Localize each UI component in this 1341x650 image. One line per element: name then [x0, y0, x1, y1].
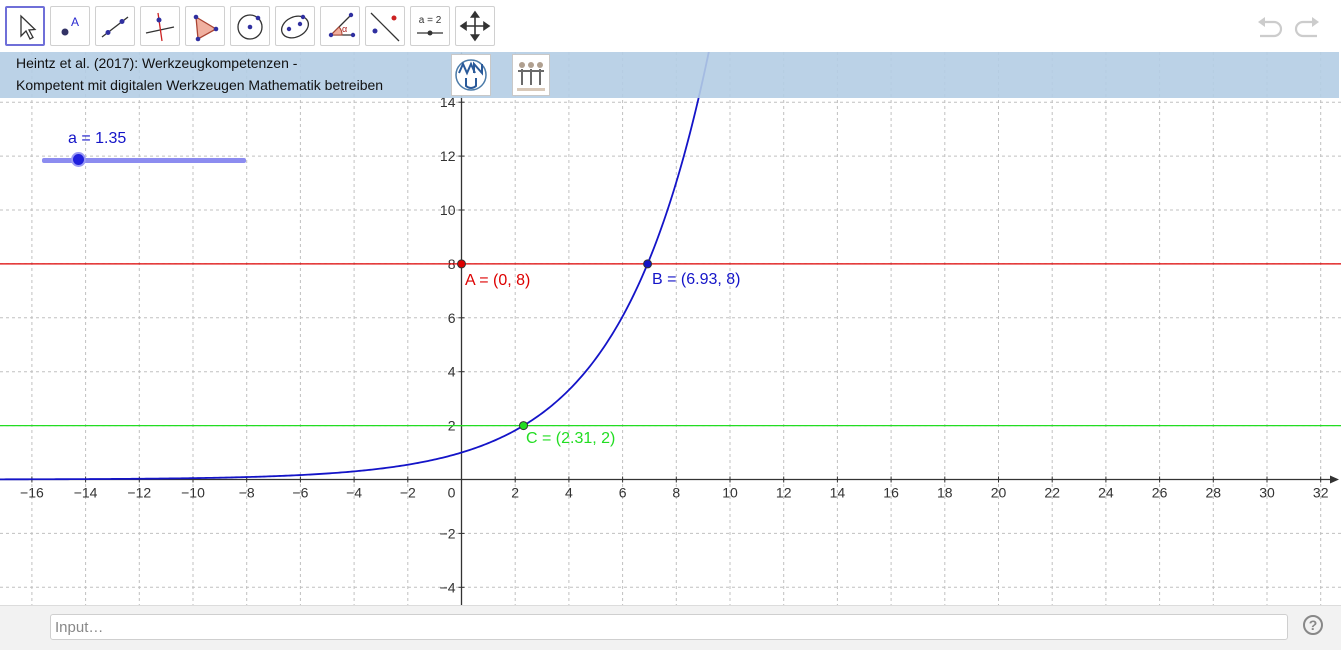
redo-button[interactable] — [1291, 12, 1323, 42]
x-tick-label: −6 — [292, 485, 308, 501]
algebra-input-field[interactable] — [50, 614, 1288, 640]
y-tick-label: 10 — [440, 202, 456, 218]
exponential-curve[interactable] — [0, 52, 722, 481]
info-line-1: Heintz et al. (2017): Werkzeugkompetenze… — [16, 55, 298, 71]
x-tick-label: 18 — [937, 485, 953, 501]
point-b-label[interactable]: B = (6.93, 8) — [652, 271, 741, 289]
move-graphics-view-tool-button[interactable] — [455, 6, 495, 46]
point-c[interactable] — [519, 421, 529, 431]
x-axis-arrow — [1330, 475, 1339, 484]
slider-tool-button[interactable]: a = 2 — [410, 6, 450, 46]
ellipse-icon — [280, 14, 310, 39]
slider-a-label[interactable]: a = 1.35 — [68, 130, 126, 148]
graphics-view[interactable]: −16 −14 −12 −10 −8 −6 −4 −2 0 2 4 6 8 10 12 14 16 18 20 22 2… — [0, 52, 1341, 605]
y-tick-label: 12 — [440, 148, 456, 164]
x-tick-label: 6 — [619, 485, 627, 501]
x-tick-label: 24 — [1098, 485, 1114, 501]
x-tick-label: 0 — [448, 485, 456, 501]
y-tick-label: −2 — [440, 525, 456, 541]
x-tick-label: −12 — [127, 485, 151, 501]
x-tick-label: 20 — [991, 485, 1007, 501]
x-tick-label: 16 — [883, 485, 899, 501]
polygon-tool-button[interactable] — [185, 6, 225, 46]
y-tick-label: 6 — [448, 310, 456, 326]
polygon-icon — [193, 14, 219, 42]
line-tool-button[interactable] — [95, 6, 135, 46]
y-tick-label: −4 — [440, 579, 456, 595]
slider-a-knob[interactable] — [71, 152, 86, 167]
angle-tool-glyph: α — [342, 24, 347, 34]
slider-icon: a = 2 — [417, 15, 443, 36]
x-tick-label: −2 — [400, 485, 416, 501]
x-tick-label: 10 — [722, 485, 738, 501]
x-tick-label: −16 — [20, 485, 44, 501]
undo-icon — [1258, 17, 1283, 38]
help-button[interactable]: ? — [1303, 615, 1323, 635]
point-tool-glyph: A — [71, 15, 79, 29]
x-tick-label: 22 — [1044, 485, 1060, 501]
x-tick-label: 28 — [1206, 485, 1222, 501]
x-tick-label: 4 — [565, 485, 573, 501]
info-line-2: Kompetent mit digitalen Werkzeugen Mathe… — [16, 77, 384, 93]
point-c-label[interactable]: C = (2.31, 2) — [526, 430, 615, 448]
point-tool-button[interactable]: A — [50, 6, 90, 46]
move-tool-button[interactable] — [5, 6, 45, 46]
point-a[interactable] — [457, 259, 466, 269]
slider-tool-glyph: a = 2 — [419, 15, 442, 26]
perpendicular-line-tool-button[interactable] — [140, 6, 180, 46]
y-tick-label: 4 — [448, 364, 456, 380]
x-tick-label: −8 — [239, 485, 255, 501]
x-tick-label: −4 — [346, 485, 362, 501]
x-tick-label: −14 — [74, 485, 98, 501]
mnu-logo-icon — [455, 59, 487, 91]
reflect-tool-button[interactable] — [365, 6, 405, 46]
point-icon: A — [61, 15, 79, 36]
line-through-points-icon — [101, 16, 129, 38]
coordinate-plane[interactable]: −16 −14 −12 −10 −8 −6 −4 −2 0 2 4 6 8 10 12 14 16 18 20 22 2… — [0, 52, 1341, 605]
x-tick-label: 14 — [830, 485, 846, 501]
redo-icon — [1294, 17, 1319, 38]
t3-logo — [512, 54, 550, 96]
move-graphics-view-icon — [459, 10, 491, 42]
undo-button[interactable] — [1254, 12, 1286, 42]
perpendicular-line-icon — [145, 12, 175, 42]
x-tick-label: 12 — [776, 485, 792, 501]
point-a-label[interactable]: A = (0, 8) — [465, 272, 530, 290]
x-tick-label: 26 — [1152, 485, 1168, 501]
x-tick-label: 2 — [511, 485, 519, 501]
mnu-logo — [451, 54, 491, 96]
angle-tool-button[interactable]: α — [320, 6, 360, 46]
x-tick-label: 30 — [1259, 485, 1275, 501]
circle-tool-button[interactable] — [230, 6, 270, 46]
reflect-about-line-icon — [370, 12, 400, 42]
input-bar: ? — [0, 605, 1341, 650]
point-b[interactable] — [643, 259, 653, 269]
arrow-cursor-icon — [20, 14, 37, 40]
x-tick-label: 32 — [1313, 485, 1329, 501]
info-banner: Heintz et al. (2017): Werkzeugkompetenze… — [0, 52, 1339, 98]
t3-logo-icon — [517, 62, 545, 91]
circle-center-point-icon — [237, 14, 263, 40]
conic-tool-button[interactable] — [275, 6, 315, 46]
toolbar: A α a = 2 — [0, 0, 1341, 53]
x-tick-label: −10 — [181, 485, 205, 501]
x-tick-label: 8 — [672, 485, 680, 501]
angle-icon: α — [328, 12, 356, 38]
